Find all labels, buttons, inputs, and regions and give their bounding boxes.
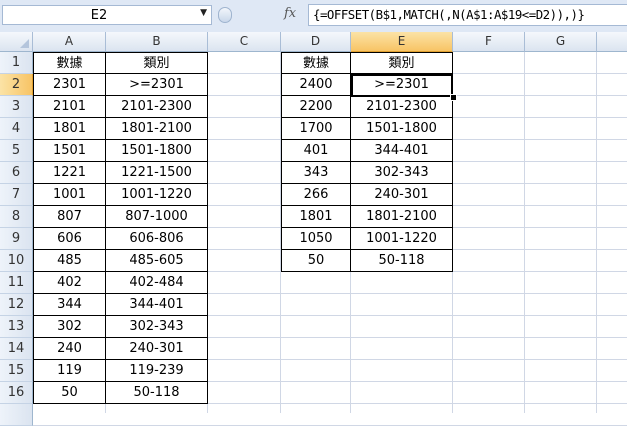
row-header-16[interactable]: 16 — [0, 382, 33, 404]
row-header-3[interactable]: 3 — [0, 96, 33, 118]
name-box-value: E2 — [90, 8, 108, 23]
table-cell-category[interactable]: 606-806 — [106, 228, 208, 250]
table-cell-value[interactable]: 1221 — [33, 162, 106, 184]
table-cell-value[interactable]: 1801 — [33, 118, 106, 140]
column-header-c[interactable]: C — [208, 32, 281, 52]
table-cell-category[interactable]: 302-343 — [351, 162, 453, 184]
table-cell-value[interactable]: 2200 — [281, 96, 351, 118]
table-cell-category[interactable]: >=2301 — [106, 74, 208, 96]
row-header-1[interactable]: 1 — [0, 52, 33, 74]
column-header-b[interactable]: B — [106, 32, 208, 52]
table-cell-category[interactable]: 344-401 — [351, 140, 453, 162]
formula-input[interactable]: {=OFFSET(B$1,MATCH(,N(A$1:A$19<=D2)),)} — [308, 4, 627, 26]
formula-bar-resize-handle[interactable] — [216, 4, 236, 26]
column-header-h[interactable] — [597, 32, 627, 52]
table-cell-category[interactable]: 240-301 — [351, 184, 453, 206]
name-box[interactable]: E2 ▼ — [2, 5, 212, 25]
table-cell-value[interactable]: 1050 — [281, 228, 351, 250]
column-header-e[interactable]: E — [351, 32, 453, 52]
cell-b1-header[interactable]: 類別 — [106, 52, 208, 74]
row-header-5[interactable]: 5 — [0, 140, 33, 162]
table-cell-category[interactable]: 240-301 — [106, 338, 208, 360]
insert-function-icon[interactable]: fx — [284, 6, 296, 21]
table-cell-value[interactable]: 606 — [33, 228, 106, 250]
table-cell-value[interactable]: 1501 — [33, 140, 106, 162]
row-header-partial[interactable] — [0, 404, 33, 426]
table-cell-category[interactable]: 1801-2100 — [351, 206, 453, 228]
table-cell-value[interactable]: 1700 — [281, 118, 351, 140]
table-cell-value[interactable]: 302 — [33, 316, 106, 338]
table-cell-value[interactable]: 2301 — [33, 74, 106, 96]
table-cell-category[interactable]: 50-118 — [106, 382, 208, 404]
column-header-d[interactable]: D — [281, 32, 351, 52]
table-cell-category[interactable]: 1221-1500 — [106, 162, 208, 184]
active-cell-outline — [351, 74, 453, 97]
select-all-button[interactable] — [0, 32, 33, 52]
column-header-f[interactable]: F — [453, 32, 525, 52]
row-header-2[interactable]: 2 — [0, 74, 33, 96]
table-cell-category[interactable]: 1001-1220 — [106, 184, 208, 206]
table-cell-category[interactable]: 302-343 — [106, 316, 208, 338]
table-cell-category[interactable]: 2101-2300 — [351, 96, 453, 118]
table-cell-category[interactable]: 402-484 — [106, 272, 208, 294]
table-cell-value[interactable]: 402 — [33, 272, 106, 294]
table-cell-category[interactable]: 807-1000 — [106, 206, 208, 228]
table-cell-value[interactable]: 343 — [281, 162, 351, 184]
row-header-6[interactable]: 6 — [0, 162, 33, 184]
row-header-13[interactable]: 13 — [0, 316, 33, 338]
table-cell-category[interactable]: 1801-2100 — [106, 118, 208, 140]
row-header-10[interactable]: 10 — [0, 250, 33, 272]
formula-text: {=OFFSET(B$1,MATCH(,N(A$1:A$19<=D2)),)} — [313, 7, 585, 22]
row-header-4[interactable]: 4 — [0, 118, 33, 140]
row-header-9[interactable]: 9 — [0, 228, 33, 250]
table-cell-value[interactable]: 485 — [33, 250, 106, 272]
table-cell-value[interactable]: 2101 — [33, 96, 106, 118]
table-cell-category[interactable]: 344-401 — [106, 294, 208, 316]
chevron-down-icon[interactable]: ▼ — [200, 8, 207, 18]
table-cell-value[interactable]: 1001 — [33, 184, 106, 206]
table-cell-value[interactable]: 240 — [33, 338, 106, 360]
table-cell-value[interactable]: 1801 — [281, 206, 351, 228]
table-cell-category[interactable]: 2101-2300 — [106, 96, 208, 118]
row-header-7[interactable]: 7 — [0, 184, 33, 206]
table-cell-value[interactable]: 50 — [281, 250, 351, 272]
table-cell-category[interactable]: 119-239 — [106, 360, 208, 382]
table-cell-category[interactable]: 1501-1800 — [106, 140, 208, 162]
cell-d1-header[interactable]: 數據 — [281, 52, 351, 74]
table-cell-value[interactable]: 401 — [281, 140, 351, 162]
column-header-g[interactable]: G — [525, 32, 597, 52]
table-cell-value[interactable]: 119 — [33, 360, 106, 382]
table-cell-category[interactable]: 1001-1220 — [351, 228, 453, 250]
formula-bar: E2 ▼ fx {=OFFSET(B$1,MATCH(,N(A$1:A$19<=… — [0, 0, 627, 33]
column-header-a[interactable]: A — [33, 32, 106, 52]
row-header-11[interactable]: 11 — [0, 272, 33, 294]
row-header-8[interactable]: 8 — [0, 206, 33, 228]
table-cell-category[interactable]: 485-605 — [106, 250, 208, 272]
row-header-15[interactable]: 15 — [0, 360, 33, 382]
table-cell-category[interactable]: 1501-1800 — [351, 118, 453, 140]
fill-handle[interactable] — [450, 94, 457, 101]
row-header-12[interactable]: 12 — [0, 294, 33, 316]
table-cell-value[interactable]: 266 — [281, 184, 351, 206]
cell-a1-header[interactable]: 數據 — [33, 52, 106, 74]
row-header-14[interactable]: 14 — [0, 338, 33, 360]
table-cell-value[interactable]: 2400 — [281, 74, 351, 96]
table-cell-value[interactable]: 807 — [33, 206, 106, 228]
table-cell-category[interactable]: 50-118 — [351, 250, 453, 272]
table-cell-value[interactable]: 344 — [33, 294, 106, 316]
cell-e1-header[interactable]: 類別 — [351, 52, 453, 74]
table-cell-value[interactable]: 50 — [33, 382, 106, 404]
